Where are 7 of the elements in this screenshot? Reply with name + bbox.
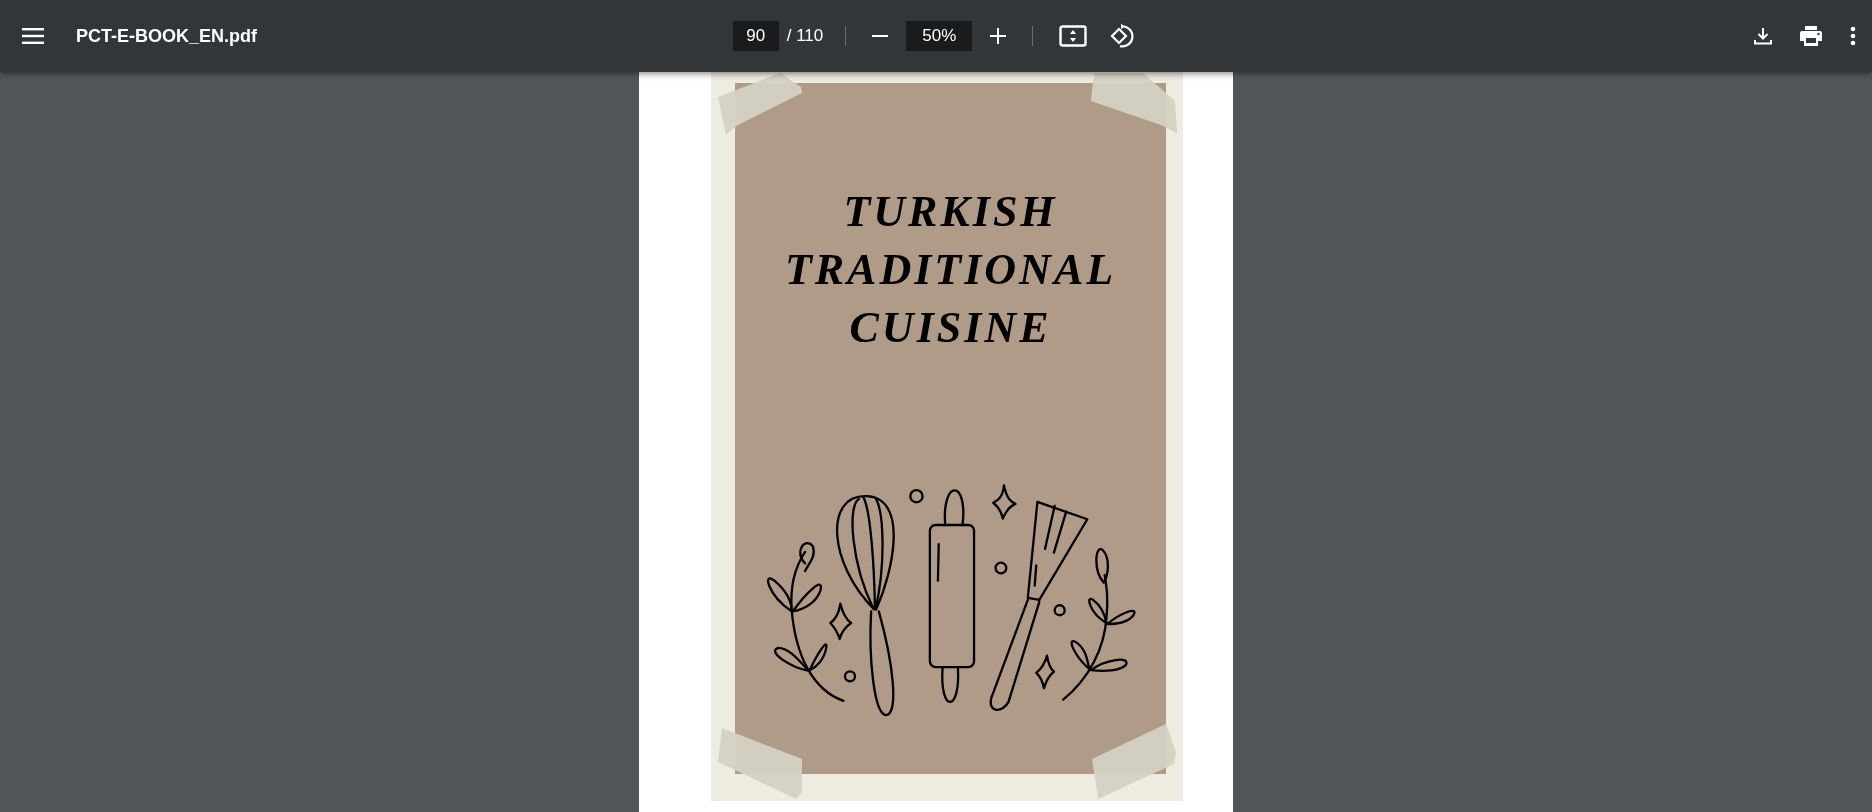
- page-number-field[interactable]: 90: [732, 21, 779, 51]
- cover-title-line: TRADITIONAL: [784, 244, 1117, 296]
- file-name: PCT-E-BOOK_EN.pdf: [76, 25, 257, 47]
- zoom-field[interactable]: 50%: [906, 21, 973, 51]
- page-total: / 110: [786, 26, 824, 46]
- cover-title-line: TURKISH: [843, 186, 1058, 238]
- cover-title-line: CUISINE: [849, 302, 1052, 354]
